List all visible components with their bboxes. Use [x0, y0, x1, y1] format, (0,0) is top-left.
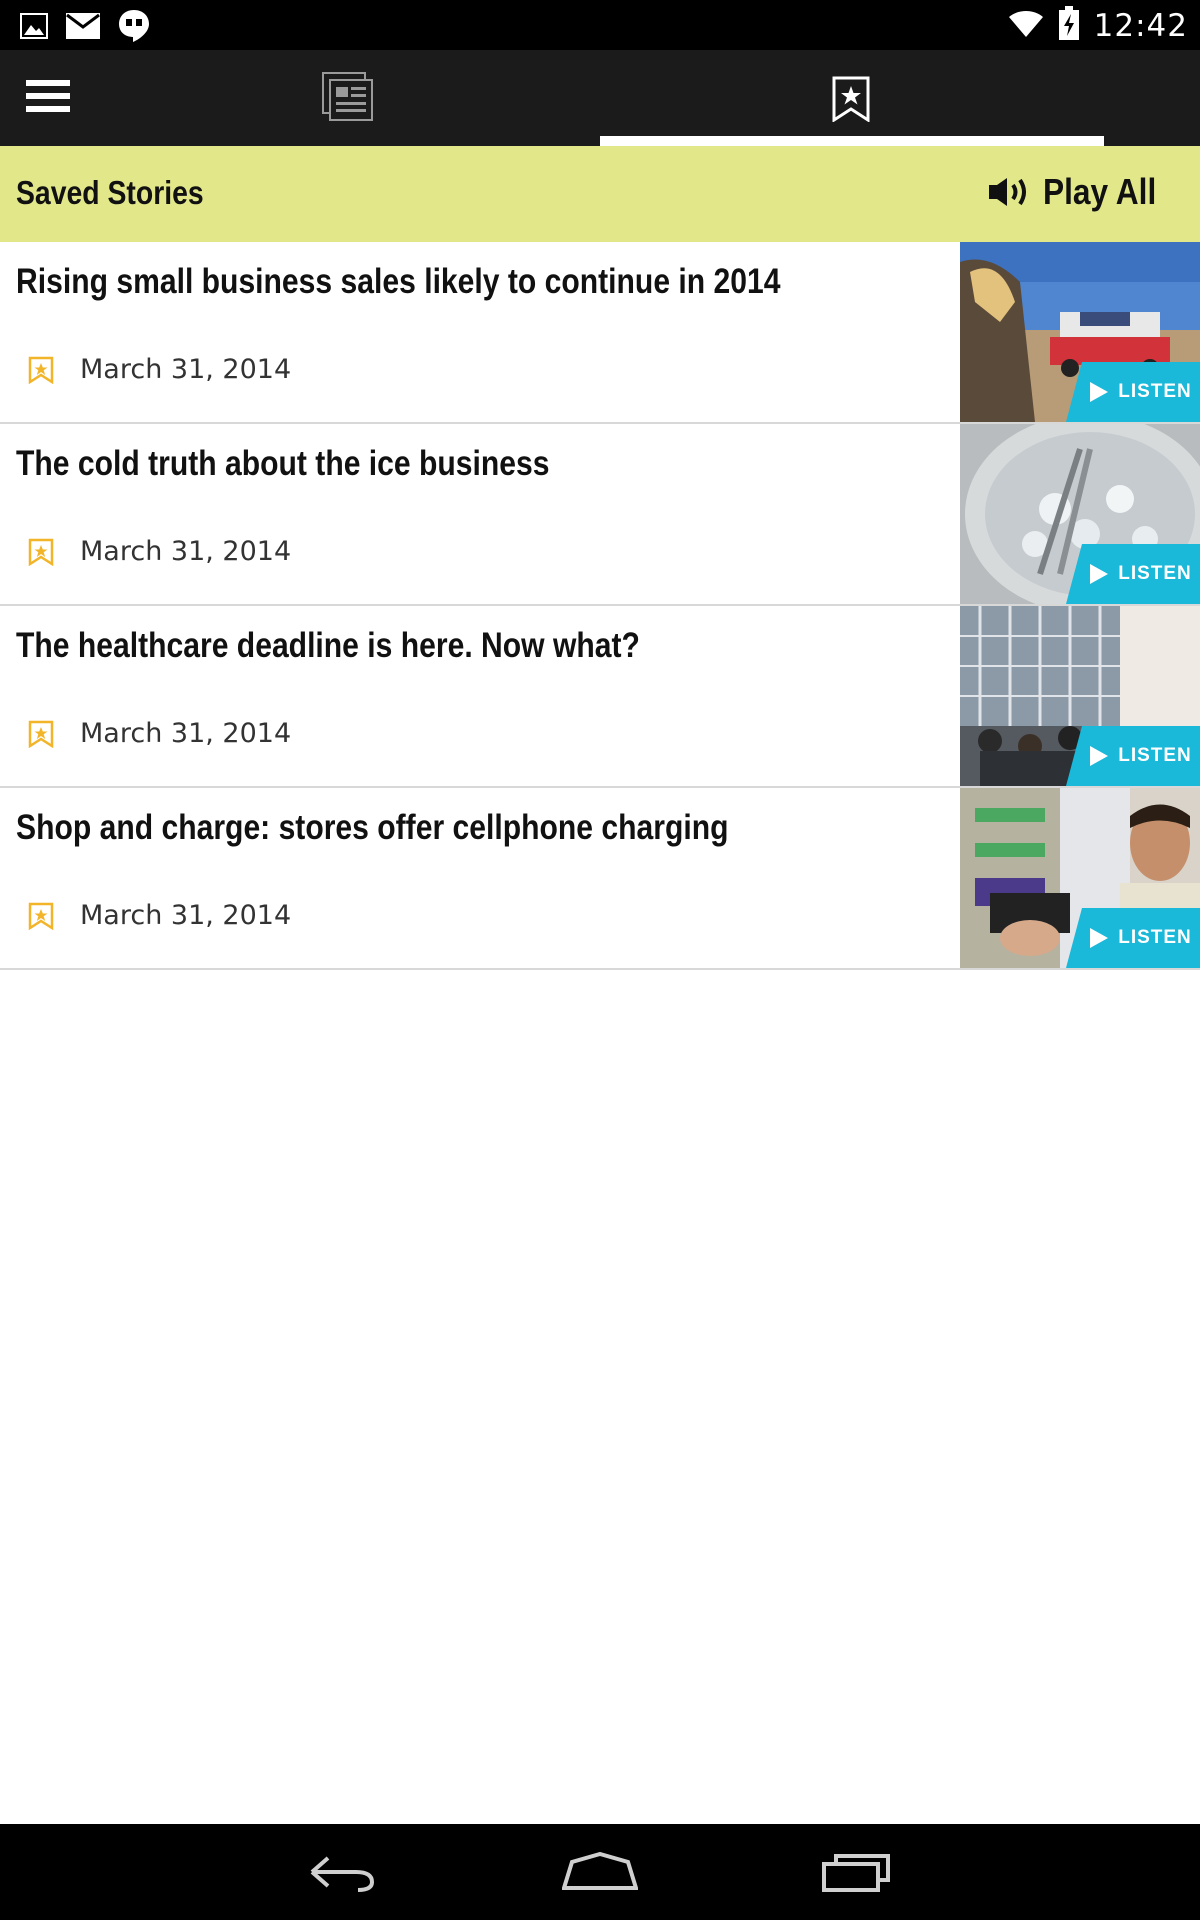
story-title[interactable]: Shop and charge: stores offer cellphone … — [16, 808, 728, 848]
news-tab[interactable] — [322, 72, 374, 122]
story-title[interactable]: The healthcare deadline is here. Now wha… — [16, 626, 640, 666]
story-item[interactable]: Shop and charge: stores offer cellphone … — [0, 788, 1200, 970]
play-icon — [1090, 928, 1109, 948]
hangouts-notification-icon — [118, 9, 150, 48]
wifi-icon — [1008, 8, 1044, 43]
story-thumbnail[interactable]: LISTEN — [960, 424, 1200, 604]
play-icon — [1090, 746, 1109, 766]
saved-story-icon — [28, 720, 54, 748]
story-meta: March 31, 2014 — [28, 718, 291, 749]
system-navigation-bar — [0, 1824, 1200, 1920]
recent-apps-button[interactable] — [822, 1852, 892, 1897]
saved-tab[interactable] — [600, 50, 1104, 146]
saved-story-icon — [28, 356, 54, 384]
recent-apps-icon — [822, 1854, 890, 1892]
story-date: March 31, 2014 — [80, 354, 292, 385]
battery-charging-icon — [1058, 6, 1080, 45]
gallery-notification-icon — [20, 13, 48, 44]
system-status: 12:42 — [1008, 6, 1188, 45]
saved-stories-header: Saved Stories Play All — [0, 146, 1200, 242]
story-item[interactable]: The cold truth about the ice business Ma… — [0, 424, 1200, 606]
story-title[interactable]: Rising small business sales likely to co… — [16, 262, 780, 302]
saved-story-icon — [28, 902, 54, 930]
listen-button[interactable]: LISTEN — [1066, 362, 1200, 422]
gmail-notification-icon — [66, 13, 100, 44]
home-icon — [561, 1851, 639, 1890]
status-time: 12:42 — [1093, 7, 1188, 44]
news-icon — [322, 72, 373, 121]
play-icon — [1090, 564, 1109, 584]
saved-story-icon — [28, 538, 54, 566]
play-all-label: Play All — [1043, 171, 1157, 212]
top-navigation — [0, 50, 1200, 146]
story-thumbnail[interactable]: LISTEN — [960, 788, 1200, 968]
story-item[interactable]: The healthcare deadline is here. Now wha… — [0, 606, 1200, 788]
hamburger-menu-icon[interactable] — [26, 80, 70, 116]
listen-button[interactable]: LISTEN — [1066, 544, 1200, 604]
story-date: March 31, 2014 — [80, 718, 292, 749]
listen-label: LISTEN — [1118, 745, 1192, 766]
back-icon — [310, 1856, 375, 1892]
notification-icons — [20, 9, 150, 48]
selected-tab-indicator — [600, 136, 1104, 146]
bookmark-star-icon — [832, 76, 870, 122]
story-item[interactable]: Rising small business sales likely to co… — [0, 242, 1200, 424]
back-button[interactable] — [308, 1852, 376, 1897]
speaker-icon — [989, 178, 1027, 206]
story-list: Rising small business sales likely to co… — [0, 242, 1200, 970]
story-date: March 31, 2014 — [80, 900, 292, 931]
home-button[interactable] — [561, 1851, 639, 1897]
play-all-button[interactable]: Play All — [989, 168, 1172, 216]
listen-label: LISTEN — [1118, 563, 1192, 584]
story-thumbnail[interactable]: LISTEN — [960, 242, 1200, 422]
listen-button[interactable]: LISTEN — [1066, 908, 1200, 968]
story-meta: March 31, 2014 — [28, 536, 291, 567]
listen-label: LISTEN — [1118, 927, 1192, 948]
story-meta: March 31, 2014 — [28, 900, 291, 931]
story-meta: March 31, 2014 — [28, 354, 291, 385]
listen-label: LISTEN — [1118, 381, 1192, 402]
page-title: Saved Stories — [16, 174, 204, 211]
status-bar: 12:42 — [0, 0, 1200, 50]
listen-button[interactable]: LISTEN — [1066, 726, 1200, 786]
story-thumbnail[interactable]: LISTEN — [960, 606, 1200, 786]
story-date: March 31, 2014 — [80, 536, 292, 567]
story-title[interactable]: The cold truth about the ice business — [16, 444, 550, 484]
play-icon — [1090, 382, 1109, 402]
